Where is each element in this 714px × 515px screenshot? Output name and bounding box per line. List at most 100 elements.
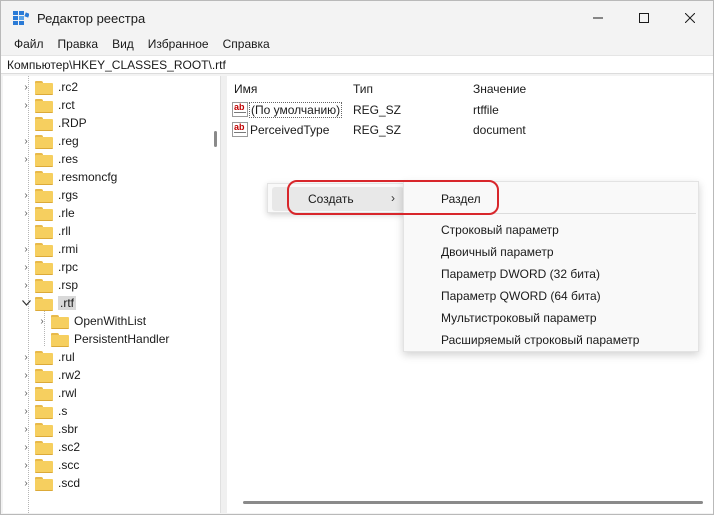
tree-subkey[interactable]: PersistentHandler — [36, 330, 169, 348]
close-icon — [685, 13, 695, 23]
tree-key[interactable]: › .s — [20, 402, 67, 420]
folder-icon — [35, 206, 53, 221]
folder-icon — [35, 368, 53, 383]
tree-key[interactable]: › .rle — [20, 204, 75, 222]
tree-key-label: .rtf — [58, 296, 76, 310]
submenu-item-qword[interactable]: Параметр QWORD (64 бита) — [441, 289, 601, 303]
submenu-item-binary[interactable]: Двоичный параметр — [441, 245, 554, 259]
folder-icon — [35, 134, 53, 149]
column-name[interactable]: Имя — [234, 82, 257, 96]
tree-key[interactable]: › .sbr — [20, 420, 78, 438]
tree-key-label: .rul — [58, 350, 75, 364]
chevron-right-icon[interactable]: › — [20, 276, 32, 294]
tree-key-label: .rsp — [58, 278, 79, 292]
tree-key[interactable]: › .sc2 — [20, 438, 80, 456]
menu-favorites[interactable]: Избранное — [141, 35, 216, 55]
tree-scroll-thumb[interactable] — [214, 131, 217, 147]
tree-key[interactable]: › .rgs — [20, 186, 78, 204]
chevron-down-icon[interactable] — [20, 294, 32, 312]
tree-key[interactable]: › .scc — [20, 456, 79, 474]
folder-icon — [35, 422, 53, 437]
chevron-right-icon[interactable]: › — [20, 384, 32, 402]
tree-key[interactable]: .rtf — [20, 294, 76, 312]
string-value-icon: ab — [232, 122, 248, 137]
list-header: Имя Тип Значение — [227, 76, 713, 100]
chevron-right-icon[interactable]: › — [20, 456, 32, 474]
highlight-ring — [287, 180, 499, 215]
tree-key-label: .rct — [58, 98, 75, 112]
value-data: rtffile — [473, 103, 499, 117]
chevron-right-icon[interactable]: › — [20, 186, 32, 204]
value-name: (По умолчанию) — [249, 102, 343, 118]
tree-key[interactable]: › .rul — [20, 348, 75, 366]
maximize-button[interactable] — [621, 1, 667, 35]
tree-key[interactable]: › .scd — [20, 474, 80, 492]
tree-key-label: .scd — [58, 476, 81, 490]
tree-key[interactable]: › .rw2 — [20, 366, 81, 384]
tree-key-label: PersistentHandler — [74, 332, 170, 346]
chevron-right-icon[interactable]: › — [36, 312, 48, 330]
address-bar[interactable]: Компьютер\HKEY_CLASSES_ROOT\.rtf — [1, 55, 713, 74]
menu-edit[interactable]: Правка — [51, 35, 106, 55]
chevron-right-icon[interactable]: › — [20, 438, 32, 456]
chevron-right-icon[interactable]: › — [20, 366, 32, 384]
chevron-right-icon[interactable]: › — [20, 78, 32, 96]
minimize-button[interactable] — [575, 1, 621, 35]
tree-key[interactable]: › .rpc — [20, 258, 78, 276]
tree-key[interactable]: › .reg — [20, 132, 79, 150]
close-button[interactable] — [667, 1, 713, 35]
tree-key-label: .rle — [58, 206, 75, 220]
menu-help[interactable]: Справка — [216, 35, 277, 55]
folder-icon — [35, 260, 53, 275]
submenu-item-string[interactable]: Строковый параметр — [441, 223, 559, 237]
tree-key[interactable]: › .rwl — [20, 384, 77, 402]
chevron-right-icon[interactable]: › — [20, 474, 32, 492]
tree-key[interactable]: .rll — [20, 222, 71, 240]
tree-key[interactable]: › .rsp — [20, 276, 78, 294]
submenu-item-multistring[interactable]: Мультистроковый параметр — [441, 311, 597, 325]
chevron-right-icon[interactable]: › — [20, 258, 32, 276]
tree-subkey[interactable]: › OpenWithList — [36, 312, 146, 330]
chevron-right-icon[interactable]: › — [20, 402, 32, 420]
tree-key[interactable]: › .rct — [20, 96, 75, 114]
folder-icon — [51, 314, 69, 329]
chevron-right-icon[interactable]: › — [20, 240, 32, 258]
tree-key-label: .rc2 — [58, 80, 79, 94]
submenu-item-dword[interactable]: Параметр DWORD (32 бита) — [441, 267, 600, 281]
column-value[interactable]: Значение — [473, 82, 526, 96]
value-row[interactable]: ab PerceivedType REG_SZ document — [227, 120, 713, 140]
tree-scrollbar[interactable] — [210, 76, 220, 513]
value-data: document — [473, 123, 526, 137]
column-type[interactable]: Тип — [353, 82, 373, 96]
menu-view[interactable]: Вид — [105, 35, 141, 55]
tree-key-label: .rpc — [58, 260, 79, 274]
chevron-right-icon[interactable]: › — [20, 132, 32, 150]
folder-icon — [35, 296, 53, 311]
tree-key[interactable]: › .rc2 — [20, 78, 78, 96]
chevron-right-icon[interactable]: › — [20, 348, 32, 366]
tree-key-label: .s — [58, 404, 68, 418]
minimize-icon — [593, 17, 603, 19]
menu-file[interactable]: Файл — [7, 35, 51, 55]
tree-key[interactable]: › .res — [20, 150, 78, 168]
chevron-right-icon[interactable]: › — [20, 150, 32, 168]
value-row[interactable]: ab (По умолчанию) REG_SZ rtffile — [227, 100, 713, 120]
chevron-right-icon[interactable]: › — [20, 420, 32, 438]
chevron-right-icon[interactable]: › — [20, 204, 32, 222]
folder-icon — [35, 152, 53, 167]
list-horizontal-scrollbar[interactable] — [243, 501, 703, 504]
tree-key[interactable]: .resmoncfg — [20, 168, 117, 186]
folder-icon — [35, 116, 53, 131]
folder-icon — [35, 224, 53, 239]
window-title: Редактор реестра — [37, 11, 146, 26]
folder-icon — [35, 242, 53, 257]
submenu-item-expandable-string[interactable]: Расширяемый строковый параметр — [441, 333, 639, 347]
tree-key[interactable]: .RDP — [20, 114, 87, 132]
folder-icon — [51, 332, 69, 347]
folder-icon — [35, 188, 53, 203]
chevron-right-icon[interactable]: › — [20, 96, 32, 114]
tree-key[interactable]: › .rmi — [20, 240, 78, 258]
